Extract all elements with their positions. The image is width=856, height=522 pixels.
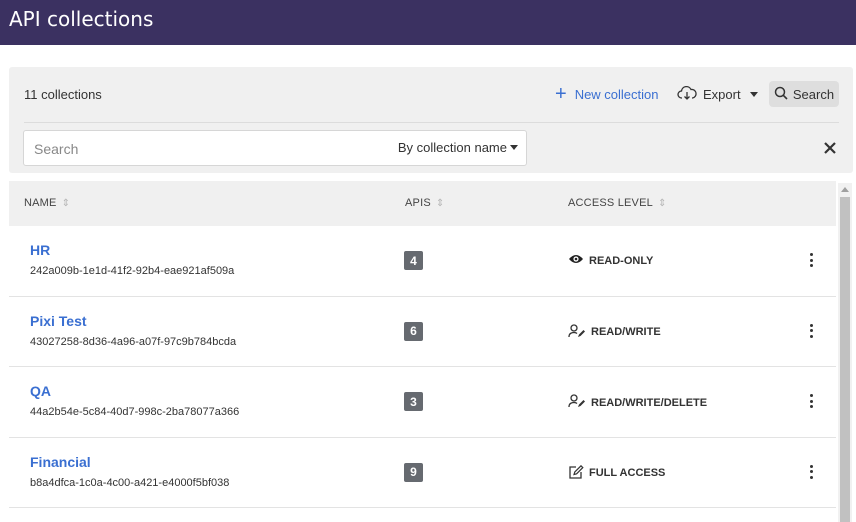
collection-id: b8a4dfca-1c0a-4c00-a421-e4000f5bf038: [30, 476, 230, 489]
collection-name-link[interactable]: Financial: [30, 454, 91, 470]
export-button[interactable]: Export: [677, 83, 758, 105]
row-menu-button[interactable]: [806, 250, 816, 270]
access-level-label: READ-ONLY: [589, 254, 654, 267]
user-edit-icon: [568, 323, 586, 341]
toolbar-panel: 11 collections + New collection Export S…: [9, 67, 853, 173]
column-apis-label: APIS: [405, 197, 431, 209]
close-icon: [824, 142, 836, 154]
access-level: READ-ONLY: [568, 253, 653, 268]
scroll-up-arrow-icon[interactable]: [841, 187, 849, 192]
user-edit-icon: [568, 394, 586, 411]
collection-name-link[interactable]: Pixi Test: [30, 313, 87, 329]
column-access-label: ACCESS LEVEL: [568, 197, 653, 209]
plus-icon: +: [555, 83, 567, 105]
collection-id: 43027258-8d36-4a96-a07f-97c9b784bcda: [30, 335, 237, 348]
cloud-download-icon: [677, 85, 697, 104]
search-toggle-label: Search: [792, 86, 835, 102]
sort-icon: ⇕: [657, 197, 667, 209]
access-level: FULL ACCESS: [568, 464, 666, 482]
collection-id: 242a009b-1e1d-41f2-92b4-eae921af509a: [30, 265, 235, 277]
new-collection-label: New collection: [574, 86, 659, 102]
collections-table: NAME ⇕ APIS ⇕ ACCESS LEVEL ⇕ HR 242a009b…: [9, 181, 836, 508]
column-name-label: NAME: [24, 197, 57, 209]
row-menu-button[interactable]: [806, 321, 816, 341]
table-row: Financial b8a4dfca-1c0a-4c00-a421-e4000f…: [9, 437, 836, 508]
caret-down-icon: [749, 91, 758, 97]
app-header: API collections: [0, 0, 856, 45]
collection-name-link[interactable]: HR: [30, 242, 50, 258]
apis-count-badge: 3: [404, 392, 423, 411]
collection-count: 11 collections: [24, 87, 102, 102]
sort-icon: ⇕: [435, 197, 445, 209]
access-level-label: FULL ACCESS: [589, 467, 666, 479]
column-header-name[interactable]: NAME ⇕: [24, 197, 70, 209]
apis-count-badge: 4: [404, 251, 423, 270]
search-toggle-button[interactable]: Search: [769, 81, 839, 107]
edit-square-icon: [568, 464, 584, 482]
column-header-apis[interactable]: APIS ⇕: [405, 197, 444, 209]
access-level: READ/WRITE: [568, 323, 661, 341]
page-title: API collections: [9, 7, 154, 31]
table-row: QA 44a2b54e-5c84-40d7-998c-2ba78077a366 …: [9, 367, 836, 438]
caret-down-icon: [510, 145, 518, 150]
search-field: By collection name: [23, 130, 527, 166]
row-menu-button[interactable]: [806, 391, 816, 411]
divider: [24, 122, 839, 123]
search-icon: [774, 86, 788, 103]
table-row: Pixi Test 43027258-8d36-4a96-a07f-97c9b7…: [9, 296, 836, 367]
apis-count-badge: 6: [404, 321, 423, 341]
search-filter-label: By collection name: [397, 140, 507, 155]
close-search-button[interactable]: [824, 138, 836, 158]
search-input[interactable]: [34, 139, 384, 159]
export-label: Export: [703, 86, 741, 102]
new-collection-button[interactable]: + New collection: [555, 83, 659, 105]
sort-icon: ⇕: [61, 197, 71, 209]
row-menu-button[interactable]: [806, 462, 816, 482]
table-row: HR 242a009b-1e1d-41f2-92b4-eae921af509a …: [9, 226, 836, 297]
column-header-access[interactable]: ACCESS LEVEL ⇕: [568, 197, 667, 209]
eye-icon: [568, 253, 584, 268]
collection-id: 44a2b54e-5c84-40d7-998c-2ba78077a366: [30, 406, 240, 418]
apis-count-badge: 9: [404, 462, 423, 482]
search-filter-select[interactable]: By collection name: [398, 140, 518, 155]
access-level: READ/WRITE/DELETE: [568, 394, 707, 411]
table-header: NAME ⇕ APIS ⇕ ACCESS LEVEL ⇕: [9, 181, 836, 226]
access-level-label: READ/WRITE/DELETE: [591, 396, 708, 409]
access-level-label: READ/WRITE: [591, 326, 661, 338]
collection-name-link[interactable]: QA: [30, 383, 51, 399]
vertical-scrollbar[interactable]: [838, 183, 852, 522]
scrollbar-thumb[interactable]: [840, 197, 850, 522]
